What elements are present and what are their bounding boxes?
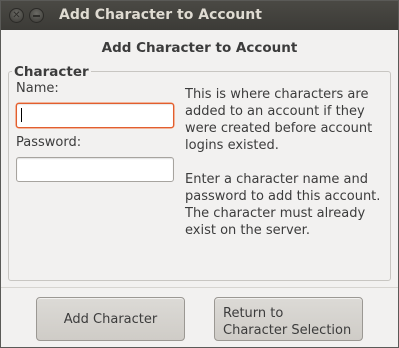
return-to-character-selection-button[interactable]: Return to Character Selection — [214, 297, 363, 341]
name-label: Name: — [16, 81, 59, 96]
name-input[interactable] — [16, 103, 174, 128]
info-line: The character must already — [185, 206, 366, 221]
minimize-icon — [33, 14, 40, 17]
button-label-line: Character Selection — [223, 322, 352, 338]
info-line: logins existed. — [185, 138, 279, 153]
button-label-line: Return to — [223, 305, 284, 321]
close-icon: ✕ — [12, 9, 21, 21]
info-line: were created before account — [185, 121, 373, 136]
info-line: password to add this account. — [185, 189, 381, 204]
button-separator — [1, 287, 398, 288]
info-paragraph-2: Enter a character name and password to a… — [185, 171, 390, 239]
info-line: This is where characters are — [185, 87, 369, 102]
title-bar[interactable]: ✕ Add Character to Account — [1, 1, 398, 30]
info-line: Enter a character name and — [185, 172, 368, 187]
window-title: Add Character to Account — [59, 7, 262, 23]
dialog-window: ✕ Add Character to Account Add Character… — [0, 0, 399, 348]
close-button[interactable]: ✕ — [9, 8, 24, 23]
character-frame-label: Character — [12, 64, 91, 80]
info-line: exist on the server. — [185, 223, 310, 238]
minimize-button[interactable] — [29, 8, 44, 23]
info-line: added to an account if they — [185, 104, 365, 119]
dialog-header: Add Character to Account — [101, 40, 298, 56]
password-label: Password: — [16, 135, 82, 150]
info-paragraph-1: This is where characters are added to an… — [185, 86, 390, 154]
text-caret — [21, 108, 22, 122]
add-character-button[interactable]: Add Character — [36, 297, 185, 341]
password-input[interactable] — [16, 157, 174, 182]
